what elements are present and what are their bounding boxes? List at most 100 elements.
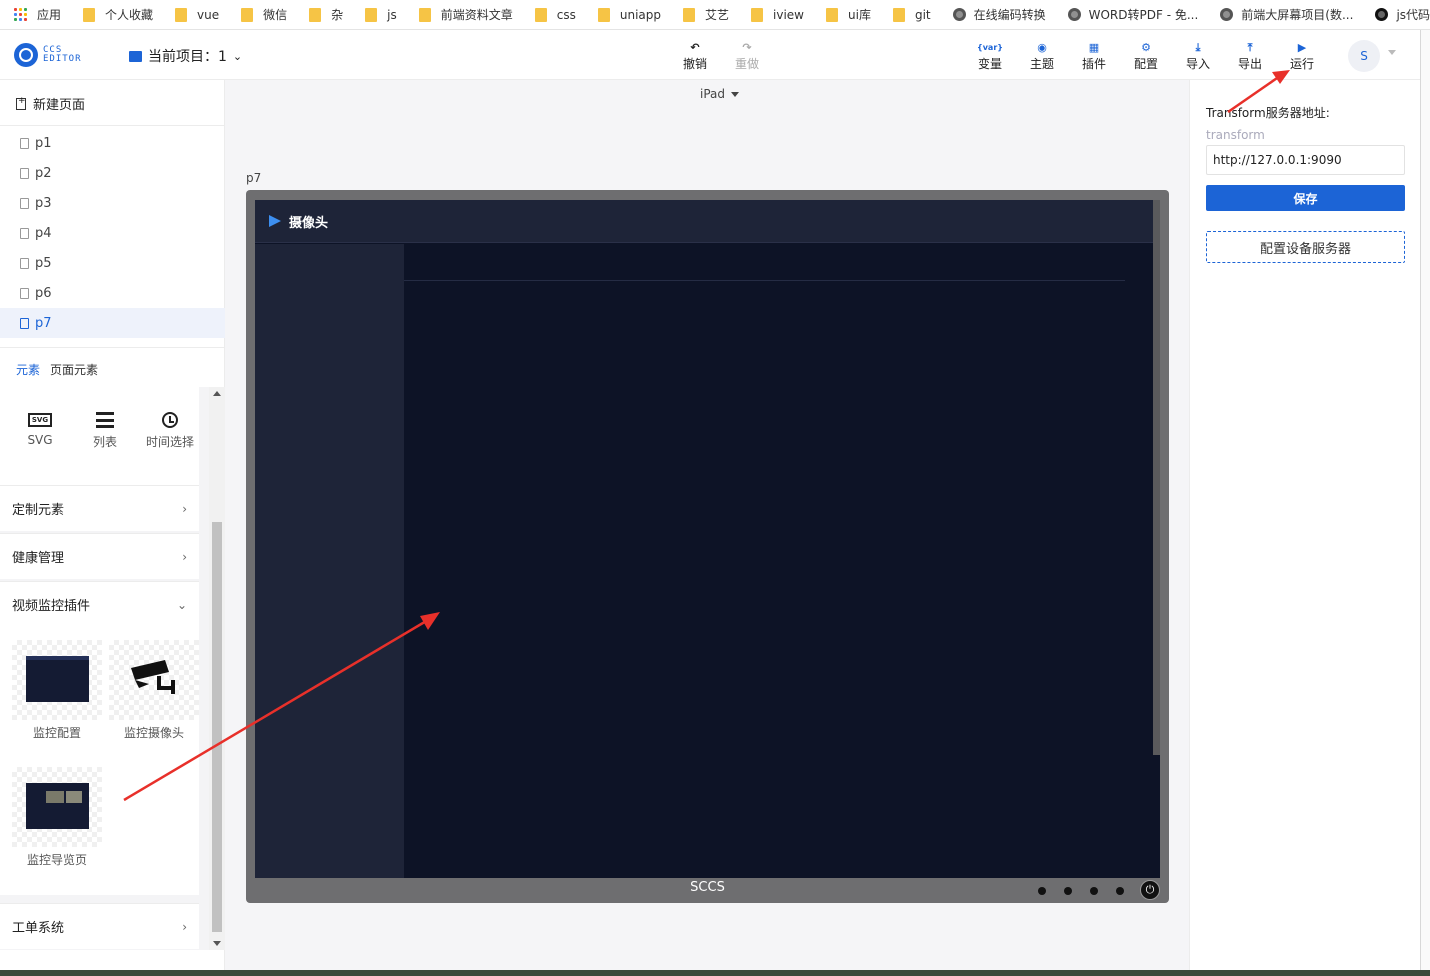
screen-divider (404, 280, 1125, 281)
group-video-plugins[interactable]: 视频监控插件 ⌄ (0, 581, 199, 627)
page-item-p4[interactable]: p4 (0, 218, 225, 248)
bookmark-item[interactable]: js (365, 7, 397, 22)
page-item-p3[interactable]: p3 (0, 188, 225, 218)
device-selector[interactable]: iPad (700, 87, 740, 101)
bookmark-item[interactable]: WORD转PDF - 免... (1067, 6, 1199, 23)
bookmark-item[interactable]: 艾艺 (683, 6, 729, 23)
redo-button[interactable]: ↷ 重做 (727, 41, 767, 72)
caret-down-icon (731, 92, 740, 97)
folder-icon (83, 7, 96, 22)
dot-icon (1090, 887, 1098, 895)
dot-icon (1038, 887, 1046, 895)
run-button[interactable]: ▶ 运行 (1282, 41, 1322, 72)
scroll-up-icon[interactable] (213, 391, 221, 396)
bookmark-item[interactable]: ui库 (826, 6, 871, 23)
tab-page-elements[interactable]: 页面元素 (50, 361, 98, 378)
play-icon: ▶ (1297, 41, 1307, 54)
element-svg[interactable]: SVG SVG (10, 409, 70, 447)
page-file-icon (20, 227, 29, 239)
chevron-down-icon: ⌄ (232, 49, 243, 63)
bookmark-item[interactable]: 前端资料文章 (418, 6, 513, 23)
group-health[interactable]: 健康管理 › (0, 533, 199, 579)
bookmark-label: js代码规范 (1396, 8, 1430, 22)
gear-icon: ⚙ (1141, 41, 1151, 54)
plugin-label: 监控摄像头 (123, 726, 184, 740)
bookmark-item[interactable]: iview (751, 7, 804, 22)
power-icon[interactable]: ⏻ (1140, 880, 1160, 900)
logo-line2: EDITOR (43, 54, 82, 64)
logo-mark-icon (14, 43, 38, 67)
undo-label: 撤销 (682, 57, 707, 71)
globe-icon (1067, 8, 1081, 21)
page-item-p5[interactable]: p5 (0, 248, 225, 278)
group-work-order[interactable]: 工单系统 › (0, 903, 199, 949)
bookmark-item[interactable]: uniapp (597, 7, 661, 22)
save-button[interactable]: 保存 (1206, 185, 1405, 211)
avatar-caret-icon[interactable] (1388, 50, 1396, 55)
cctv-camera-icon (131, 660, 175, 694)
variables-button[interactable]: {var} 变量 (970, 41, 1010, 72)
app-toolbar: CCS EDITOR 当前项目：1 ⌄ ↶ 撤销 ↷ 重做 {var} 变量 ◉… (0, 30, 1420, 80)
project-label: 当前项目：1 (148, 49, 227, 65)
page-item-label: p5 (35, 255, 52, 271)
group-label: 定制元素 (12, 503, 65, 518)
dashboard-thumbnail-icon (26, 656, 89, 702)
page-item-p7[interactable]: p7 (0, 308, 225, 338)
device-frame: 摄像头 SCCS ⏻ (246, 190, 1169, 903)
tab-elements[interactable]: 元素 (16, 361, 40, 378)
export-icon: ⤒ (1247, 41, 1253, 54)
plugin-monitor-camera[interactable] (109, 640, 199, 720)
bookmark-label: js (387, 7, 397, 22)
plugin-label: 监控配置 (32, 726, 81, 740)
bookmark-item[interactable]: css (534, 7, 576, 22)
bookmark-item[interactable]: 微信 (241, 6, 287, 23)
bookmark-item[interactable]: 个人收藏 (83, 6, 153, 23)
element-list[interactable]: 列表 (75, 409, 135, 450)
plugins-button[interactable]: ▦ 插件 (1074, 41, 1114, 72)
undo-button[interactable]: ↶ 撤销 (675, 41, 715, 72)
element-label: 时间选择 (145, 435, 194, 449)
screen-header: 摄像头 (255, 200, 1153, 243)
element-label: SVG (27, 433, 53, 447)
bookmark-label: WORD转PDF - 免... (1088, 8, 1199, 22)
bookmark-item[interactable]: vue (175, 7, 219, 22)
element-panel-scrollbar[interactable] (209, 387, 225, 950)
scrollbar-thumb[interactable] (212, 522, 222, 932)
right-panel: Transform服务器地址: transform 保存 配置设备服务器 (1189, 80, 1420, 970)
app-logo[interactable]: CCS EDITOR (14, 43, 82, 67)
config-device-server-button[interactable]: 配置设备服务器 (1206, 231, 1405, 263)
transform-url-input[interactable] (1206, 145, 1405, 175)
plugin-monitor-config[interactable] (12, 640, 102, 720)
bookmark-label: 应用 (37, 8, 62, 22)
bookmark-item[interactable]: git (892, 7, 931, 22)
bookmark-apps[interactable]: 应用 (14, 6, 61, 23)
bookmark-item[interactable]: js代码规范 (1375, 6, 1430, 23)
avatar[interactable]: S (1348, 40, 1380, 72)
group-label: 视频监控插件 (12, 599, 91, 614)
device-screen[interactable]: 摄像头 (255, 200, 1160, 878)
project-selector[interactable]: 当前项目：1 ⌄ (129, 46, 242, 66)
config-button[interactable]: ⚙ 配置 (1126, 41, 1166, 72)
bookmark-label: 前端大屏幕项目(数... (1241, 8, 1354, 22)
page-item-p1[interactable]: p1 (0, 128, 225, 158)
bookmark-item[interactable]: 在线编码转换 (952, 6, 1046, 23)
import-button[interactable]: ⤓ 导入 (1178, 41, 1218, 72)
screen-scrollbar[interactable] (1153, 200, 1160, 755)
export-button[interactable]: ⤒ 导出 (1230, 41, 1270, 72)
bookmark-item[interactable]: 前端大屏幕项目(数... (1220, 6, 1353, 23)
apps-grid-icon (14, 8, 27, 21)
bookmark-item[interactable]: 杂 (309, 6, 343, 23)
page-item-p6[interactable]: p6 (0, 278, 225, 308)
plugin-monitor-overview[interactable] (12, 767, 102, 847)
new-page-button[interactable]: 新建页面 (16, 94, 85, 113)
theme-button[interactable]: ◉ 主题 (1022, 41, 1062, 72)
chevron-down-icon: ⌄ (176, 597, 187, 612)
element-time-picker[interactable]: 时间选择 (140, 409, 200, 450)
scroll-down-icon[interactable] (213, 941, 221, 946)
undo-icon: ↶ (690, 41, 700, 54)
chevron-right-icon: › (182, 501, 187, 516)
group-custom-elements[interactable]: 定制元素 › (0, 485, 199, 531)
folder-icon (365, 7, 378, 22)
page-item-p2[interactable]: p2 (0, 158, 225, 188)
flag-icon (269, 215, 281, 227)
